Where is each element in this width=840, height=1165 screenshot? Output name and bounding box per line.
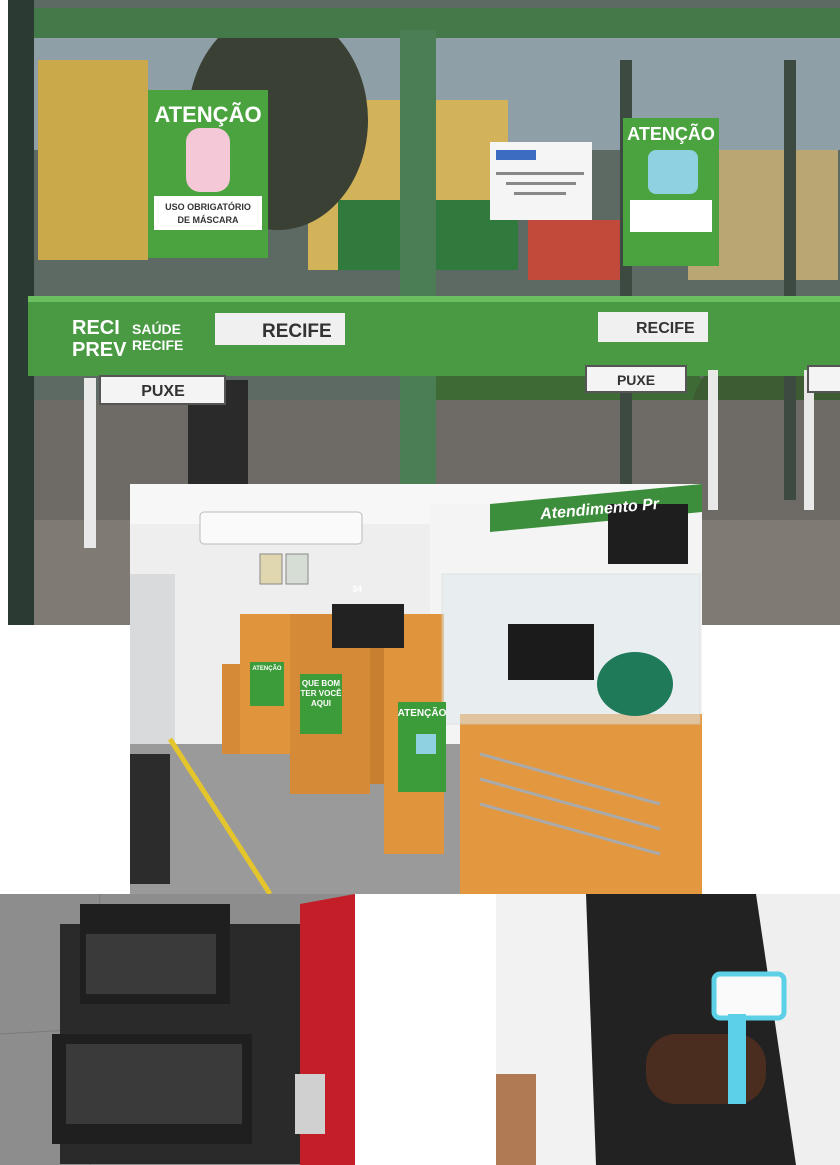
- sign-heading-1: ATENÇÃO: [154, 102, 261, 127]
- brand-reci: RECI: [72, 317, 120, 339]
- poster-2-line-2: TER VOCÊ: [301, 689, 343, 698]
- office-banner-text: Atendimento Pr: [539, 496, 661, 523]
- floor-mats-photo: [0, 894, 355, 1165]
- sign-caption-1: USO OBRIGATÓRIO: [165, 201, 251, 212]
- poster-2-line-3: AQUI: [311, 699, 331, 708]
- brand-recife-2: RECIFE: [636, 320, 695, 337]
- poster-3-text: ATENÇÃO: [398, 706, 447, 719]
- thermometer-photo: [496, 894, 840, 1165]
- desk-number: 34: [352, 584, 362, 594]
- office-photo: Atendimento Pr 34 ATENÇÃO QUE BOM TER VO…: [130, 484, 702, 894]
- brand-saude: SAÚDE: [132, 320, 181, 337]
- poster-2-line-1: QUE BOM: [302, 679, 341, 688]
- brand-prev: PREV: [72, 339, 127, 361]
- sign-caption-2: DE MÁSCARA: [177, 215, 239, 225]
- brand-recife-small: RECIFE: [132, 337, 183, 353]
- sign-heading-2: ATENÇÃO: [627, 123, 715, 144]
- push-label-2: PUXE: [617, 372, 655, 388]
- push-label-1: PUXE: [141, 383, 185, 400]
- poster-1-text: ATENÇÃO: [252, 665, 282, 672]
- floor-mats-scene: [0, 894, 355, 1165]
- thermometer-scene: [496, 894, 840, 1165]
- brand-recife: RECIFE: [262, 321, 332, 342]
- office-text-layer: Atendimento Pr 34 ATENÇÃO QUE BOM TER VO…: [252, 496, 661, 719]
